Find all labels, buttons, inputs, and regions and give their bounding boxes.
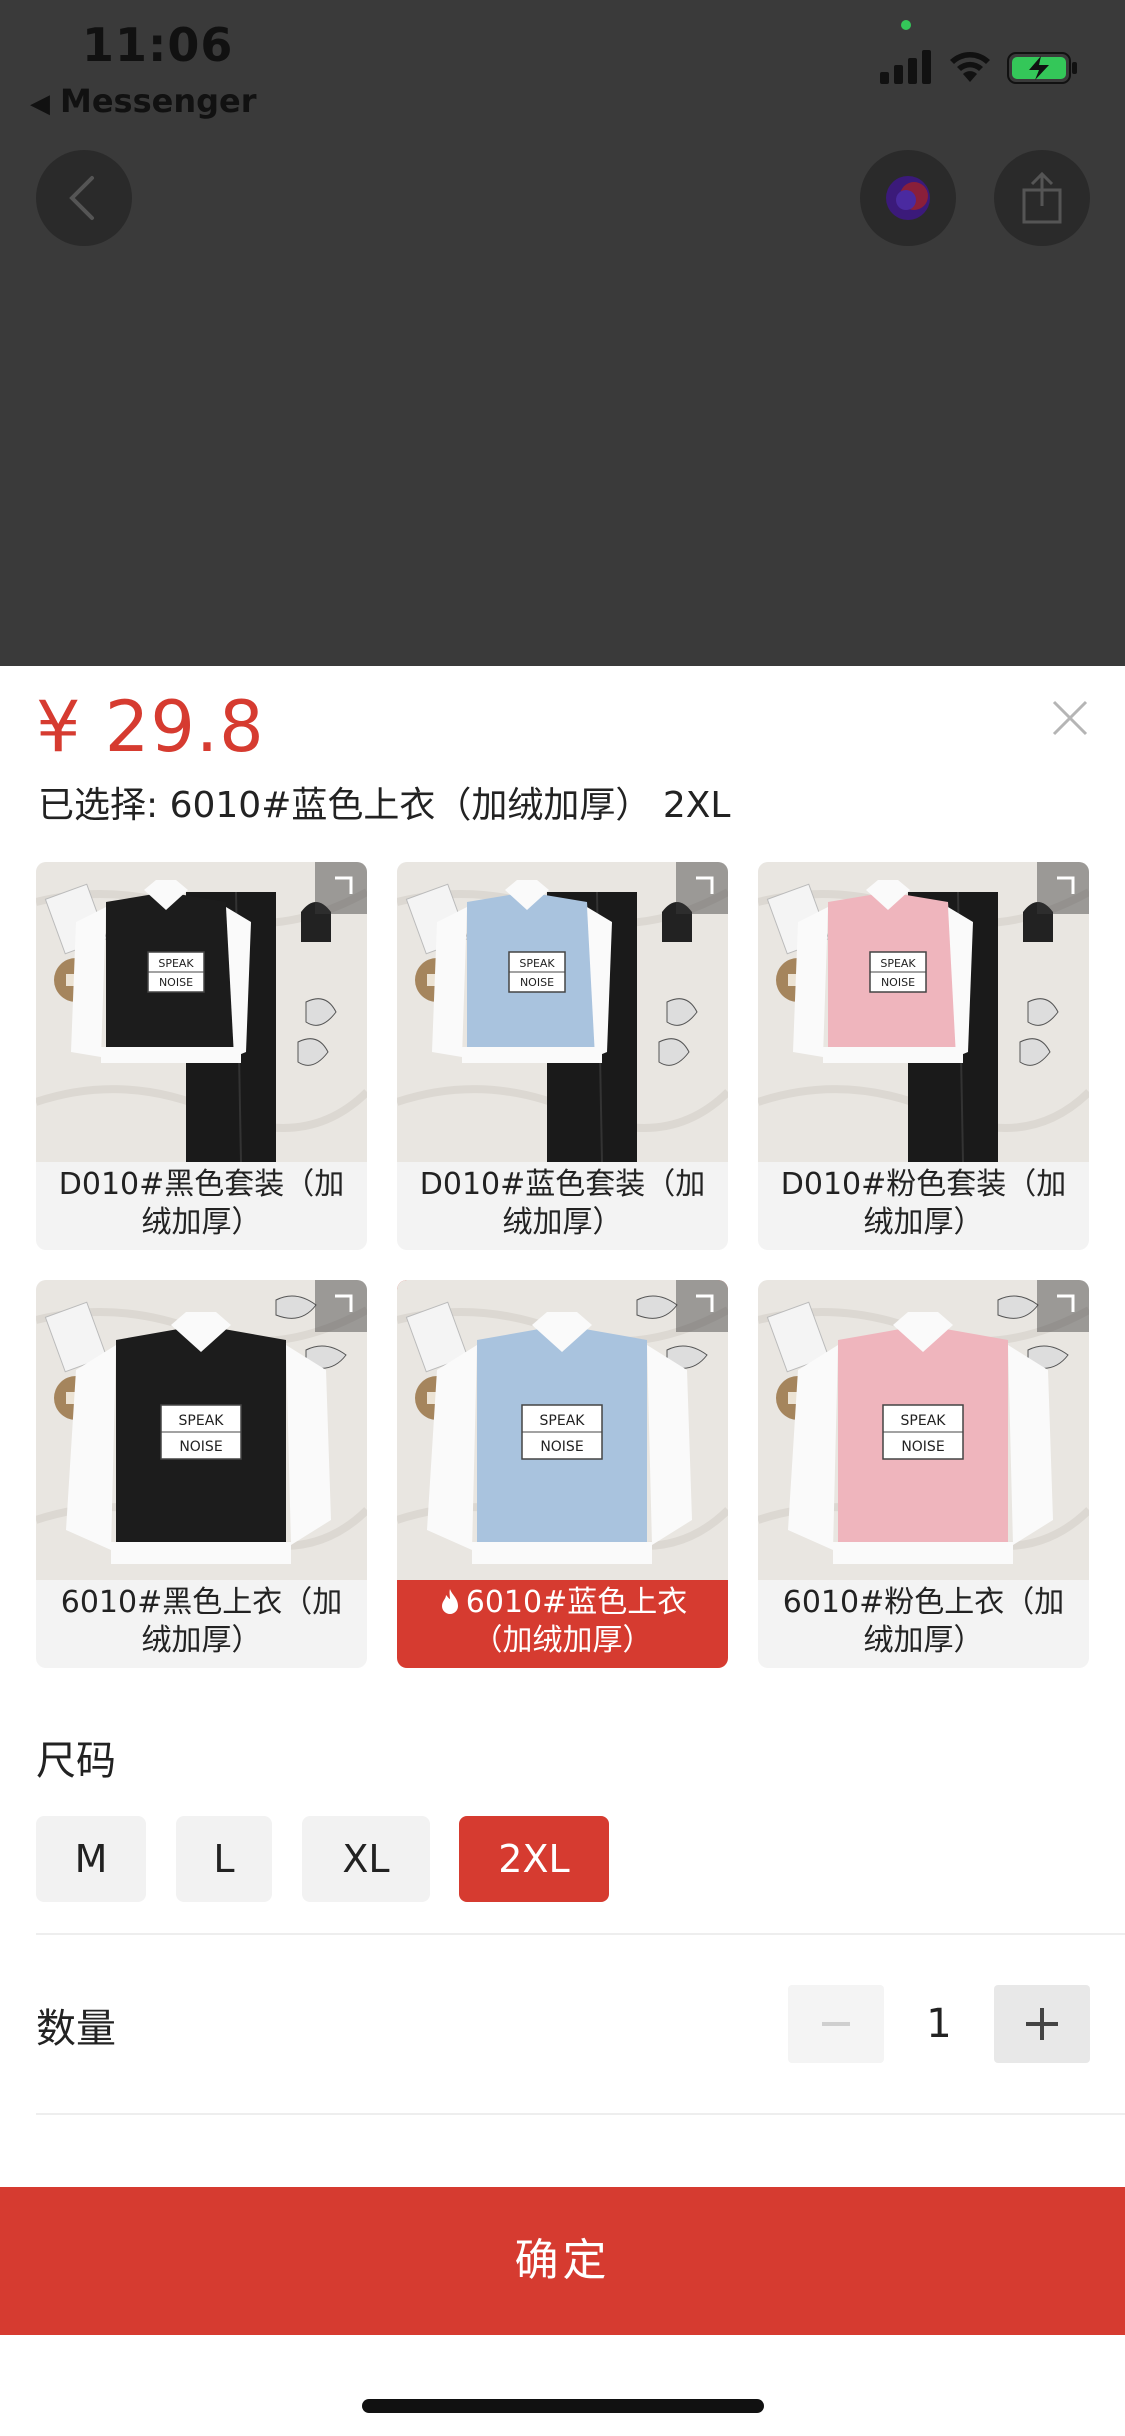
svg-text:NOISE: NOISE [520,976,554,989]
flame-icon [438,1585,466,1620]
variant-thumbnail: SPEAK NOISE [758,862,1089,1162]
variant-label: 6010#粉色上衣（加绒加厚） [758,1580,1089,1668]
svg-text:SPEAK: SPEAK [519,957,555,970]
selected-summary: 已选择: 6010#蓝色上衣（加绒加厚） 2XL [38,776,730,828]
share-button[interactable] [994,150,1090,246]
confirm-button[interactable]: 确定 [0,2187,1125,2335]
size-option-2xl[interactable]: 2XL [459,1816,609,1902]
variant-thumbnail: SPEAK NOISE [758,1280,1089,1580]
plus-icon [1026,2008,1058,2040]
svg-text:NOISE: NOISE [179,1439,222,1455]
variant-card[interactable]: SPEAK NOISE 6010#黑色上衣（加绒加厚） [36,1280,367,1668]
expand-preview-button[interactable] [676,1280,728,1332]
ar-try-on-button[interactable] [860,150,956,246]
chevron-left-icon [69,176,94,220]
variant-label: D010#黑色套装（加绒加厚） [36,1162,367,1250]
privacy-indicator-dot [901,20,911,30]
variant-label-text: D010#蓝色套装（加绒加厚） [419,1167,706,1240]
expand-preview-button[interactable] [315,1280,367,1332]
selected-prefix: 已选择: [38,785,159,826]
back-app-label: Messenger [60,82,257,120]
expand-icon [696,1294,714,1312]
back-triangle-icon: ◀ [30,89,50,119]
variant-label-text: 6010#粉色上衣（加绒加厚） [782,1585,1065,1658]
variant-label: 6010#蓝色上衣（加绒加厚） [397,1580,728,1668]
expand-preview-button[interactable] [1037,862,1089,914]
expand-icon [335,1294,353,1312]
svg-text:SPEAK: SPEAK [158,957,194,970]
variant-thumbnail: SPEAK NOISE [397,1280,728,1580]
variant-card[interactable]: SPEAK NOISE D010#黑色套装（加绒加厚） [36,862,367,1250]
minus-icon [822,2022,850,2026]
svg-text:SPEAK: SPEAK [179,1413,225,1429]
battery-charging-icon [1007,52,1077,84]
divider [36,1933,1125,1935]
variant-thumbnail: SPEAK NOISE [36,1280,367,1580]
svg-text:SPEAK: SPEAK [901,1413,947,1429]
selected-value: 6010#蓝色上衣（加绒加厚） 2XL [169,785,731,826]
svg-text:NOISE: NOISE [901,1439,944,1455]
svg-text:NOISE: NOISE [159,976,193,989]
expand-preview-button[interactable] [1037,1280,1089,1332]
svg-text:SPEAK: SPEAK [540,1413,586,1429]
variant-card[interactable]: SPEAK NOISE 6010#蓝色上衣（加绒加厚） [397,1280,728,1668]
quantity-increase-button[interactable] [994,1985,1090,2063]
close-icon[interactable] [1046,694,1094,742]
size-option-m[interactable]: M [36,1816,146,1902]
quantity-label: 数量 [36,2006,116,2052]
size-option-xl[interactable]: XL [302,1816,430,1902]
expand-preview-button[interactable] [315,862,367,914]
size-option-l[interactable]: L [176,1816,272,1902]
variant-label-text: D010#粉色套装（加绒加厚） [780,1167,1067,1240]
expand-icon [1057,1294,1075,1312]
expand-icon [335,876,353,894]
screen: 11:06 ◀ Messenger ¥ 29.8 已选择: 6010#蓝色上衣（… [0,0,1125,2436]
variant-label-text: 6010#黑色上衣（加绒加厚） [60,1585,343,1658]
variant-label: D010#粉色套装（加绒加厚） [758,1162,1089,1250]
variant-label-text: 6010#蓝色上衣（加绒加厚） [465,1585,688,1658]
svg-text:NOISE: NOISE [540,1439,583,1455]
variant-label-text: D010#黑色套装（加绒加厚） [58,1167,345,1240]
expand-icon [1057,876,1075,894]
variant-card[interactable]: SPEAK NOISE D010#蓝色套装（加绒加厚） [397,862,728,1250]
home-indicator [362,2399,764,2413]
variant-thumbnail: SPEAK NOISE [36,862,367,1162]
quantity-decrease-button[interactable] [788,1985,884,2063]
ar-orb-icon [886,176,930,220]
variant-label: 6010#黑色上衣（加绒加厚） [36,1580,367,1668]
expand-icon [696,876,714,894]
expand-preview-button[interactable] [676,862,728,914]
variant-thumbnail: SPEAK NOISE [397,862,728,1162]
variant-card[interactable]: SPEAK NOISE D010#粉色套装（加绒加厚） [758,862,1089,1250]
variant-card[interactable]: SPEAK NOISE 6010#粉色上衣（加绒加厚） [758,1280,1089,1668]
back-to-app-link[interactable]: ◀ Messenger [30,82,257,120]
price: ¥ 29.8 [36,686,265,768]
svg-text:NOISE: NOISE [881,976,915,989]
status-time: 11:06 [82,18,234,72]
sku-selection-sheet: ¥ 29.8 已选择: 6010#蓝色上衣（加绒加厚） 2XL SPEAK NOI… [0,666,1125,2436]
wifi-icon [950,52,990,82]
back-button[interactable] [36,150,132,246]
variant-label: D010#蓝色套装（加绒加厚） [397,1162,728,1250]
svg-text:SPEAK: SPEAK [880,957,916,970]
divider [36,2113,1125,2115]
cellular-signal-icon [880,50,931,84]
quantity-value[interactable]: 1 [884,1985,994,2063]
size-title: 尺码 [36,1738,116,1784]
status-bar: 11:06 ◀ Messenger [0,0,1125,120]
share-icon [1022,171,1062,224]
